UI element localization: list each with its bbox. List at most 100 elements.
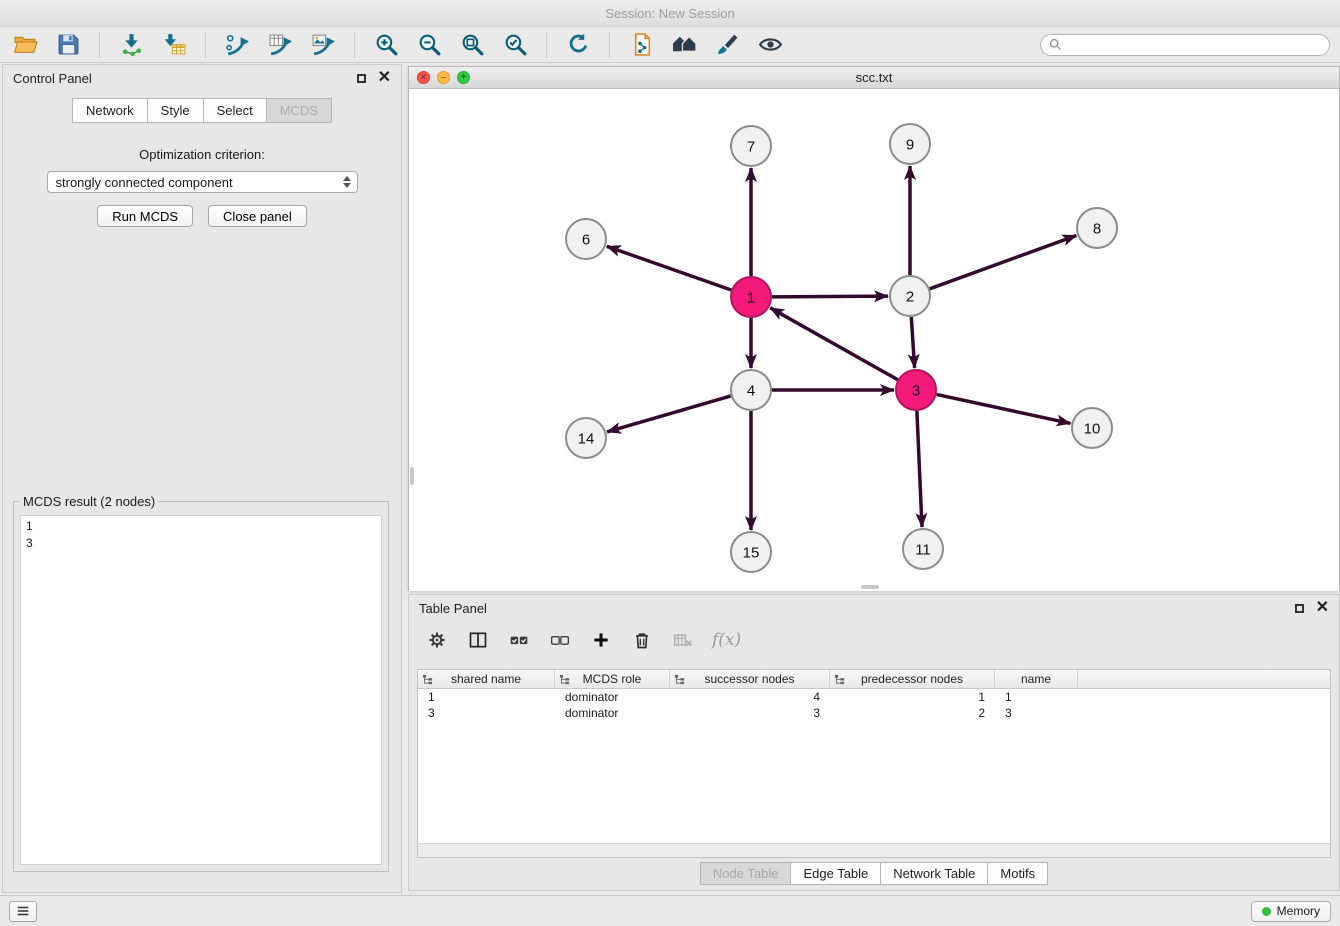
- graph-node-1[interactable]: 1: [731, 277, 771, 317]
- import-network-button[interactable]: [116, 30, 146, 60]
- open-session-button[interactable]: [10, 30, 40, 60]
- memory-button[interactable]: Memory: [1251, 901, 1331, 922]
- criterion-dropdown[interactable]: strongly connected component: [47, 171, 358, 193]
- tab-mcds[interactable]: MCDS: [267, 98, 332, 123]
- horizontal-scrollbar-thumb[interactable]: [861, 585, 879, 589]
- tab-select[interactable]: Select: [204, 98, 267, 123]
- select-all-columns-button[interactable]: [507, 628, 531, 652]
- table-cell[interactable]: 3: [670, 706, 830, 720]
- deselect-all-columns-button[interactable]: [548, 628, 572, 652]
- save-session-button[interactable]: [53, 30, 83, 60]
- graph-edge-2-3[interactable]: [911, 317, 914, 368]
- export-network-button[interactable]: [222, 30, 252, 60]
- close-panel-button[interactable]: Close panel: [208, 205, 307, 227]
- table-cell[interactable]: dominator: [555, 690, 670, 704]
- network-canvas[interactable]: 7 9 6 8 1 2 4 3 14 10 15 11: [409, 89, 1339, 591]
- list-icon: [16, 904, 30, 918]
- delete-column-button[interactable]: [630, 628, 654, 652]
- table-options-button[interactable]: [425, 628, 449, 652]
- table-cell[interactable]: 4: [670, 690, 830, 704]
- graph-node-15[interactable]: 15: [731, 532, 771, 572]
- column-header-shared-name[interactable]: shared name: [418, 670, 555, 688]
- search-box[interactable]: [1040, 34, 1330, 56]
- export-image-button[interactable]: [308, 30, 338, 60]
- table-row[interactable]: 1dominator411: [418, 689, 1330, 705]
- tab-motifs[interactable]: Motifs: [988, 862, 1048, 885]
- table-cell[interactable]: 1: [418, 690, 555, 704]
- tab-network[interactable]: Network: [72, 98, 148, 123]
- table-row[interactable]: 3dominator323: [418, 705, 1330, 721]
- import-table-button[interactable]: [159, 30, 189, 60]
- graph-node-11[interactable]: 11: [903, 529, 943, 569]
- table-horizontal-scrollbar[interactable]: [418, 843, 1330, 857]
- vertical-scrollbar-thumb[interactable]: [410, 467, 414, 485]
- graph-node-4[interactable]: 4: [731, 370, 771, 410]
- graph-node-2[interactable]: 2: [890, 276, 930, 316]
- table-cell[interactable]: 3: [418, 706, 555, 720]
- refresh-view-button[interactable]: [563, 30, 593, 60]
- zoom-out-button[interactable]: [414, 30, 444, 60]
- memory-status-icon: [1262, 907, 1271, 916]
- column-header-predecessor-nodes[interactable]: predecessor nodes: [830, 670, 995, 688]
- graph-node-9[interactable]: 9: [890, 124, 930, 164]
- graph-edge-3-10[interactable]: [937, 394, 1071, 423]
- tab-style[interactable]: Style: [148, 98, 204, 123]
- maximize-window-icon[interactable]: +: [457, 71, 470, 84]
- graph-edge-1-2[interactable]: [772, 296, 888, 297]
- run-mcds-button[interactable]: Run MCDS: [97, 205, 193, 227]
- table-cell[interactable]: 2: [830, 706, 995, 720]
- graph-node-14[interactable]: 14: [566, 418, 606, 458]
- export-table-button[interactable]: [265, 30, 295, 60]
- graph-node-7[interactable]: 7: [731, 126, 771, 166]
- show-hide-button[interactable]: [755, 30, 785, 60]
- delete-table-button[interactable]: [671, 628, 695, 652]
- graph-edge-4-14[interactable]: [607, 396, 731, 432]
- zoom-selected-button[interactable]: [500, 30, 530, 60]
- table-cell[interactable]: 1: [830, 690, 995, 704]
- create-column-button[interactable]: [589, 628, 613, 652]
- close-panel-icon[interactable]: ✕: [1316, 603, 1329, 613]
- float-panel-icon[interactable]: [1295, 604, 1304, 613]
- tab-node-table[interactable]: Node Table: [700, 862, 792, 885]
- import-network-icon: [119, 32, 144, 57]
- show-columns-button[interactable]: [466, 628, 490, 652]
- column-header-label: name: [1021, 672, 1051, 686]
- table-cell[interactable]: 1: [995, 690, 1078, 704]
- graph-edge-3-11[interactable]: [917, 411, 922, 527]
- column-header-successor-nodes[interactable]: successor nodes: [670, 670, 830, 688]
- search-input[interactable]: [1067, 38, 1321, 52]
- column-header-name[interactable]: name: [995, 670, 1078, 688]
- tab-edge-table[interactable]: Edge Table: [791, 862, 881, 885]
- graph-node-6[interactable]: 6: [566, 219, 606, 259]
- graph-node-3[interactable]: 3: [896, 370, 936, 410]
- table-cell[interactable]: 3: [995, 706, 1078, 720]
- close-window-icon[interactable]: ×: [417, 71, 430, 84]
- float-panel-icon[interactable]: [357, 74, 366, 83]
- zoom-fit-button[interactable]: [457, 30, 487, 60]
- apply-style-button[interactable]: [712, 30, 742, 60]
- graph-node-10[interactable]: 10: [1072, 408, 1112, 448]
- gear-icon: [427, 630, 447, 650]
- column-sort-icon: [422, 674, 433, 685]
- network-window: × – + scc.txt 7968124314101511: [408, 66, 1340, 591]
- home-view-button[interactable]: [669, 30, 699, 60]
- graph-node-label: 2: [906, 288, 914, 305]
- criterion-value: strongly connected component: [56, 175, 233, 190]
- main-toolbar: [0, 27, 1340, 63]
- zoom-in-button[interactable]: [371, 30, 401, 60]
- task-history-button[interactable]: [9, 901, 37, 922]
- function-builder-button[interactable]: f(x): [712, 628, 741, 652]
- graph-edge-2-8[interactable]: [930, 236, 1077, 289]
- column-header-mcds-role[interactable]: MCDS role: [555, 670, 670, 688]
- close-panel-icon[interactable]: ✕: [378, 73, 391, 83]
- graph-node-8[interactable]: 8: [1077, 208, 1117, 248]
- table-cell[interactable]: dominator: [555, 706, 670, 720]
- zoom-out-icon: [417, 32, 442, 57]
- delete-table-icon: [673, 630, 693, 650]
- clone-network-button[interactable]: [626, 30, 656, 60]
- tab-network-table[interactable]: Network Table: [881, 862, 988, 885]
- graph-edge-3-1[interactable]: [770, 308, 898, 380]
- graph-edge-1-6[interactable]: [607, 246, 731, 290]
- minimize-window-icon[interactable]: –: [437, 71, 450, 84]
- mcds-result-list: 13: [20, 515, 382, 865]
